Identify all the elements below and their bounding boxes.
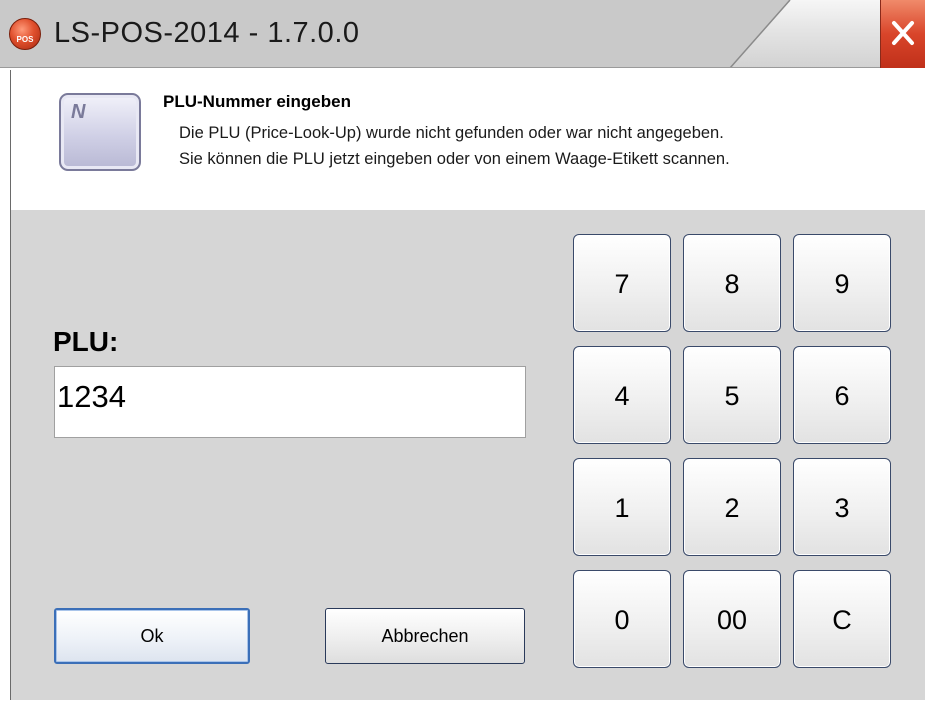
keypad-00-button[interactable]: 00 <box>683 570 781 668</box>
keypad-7-button[interactable]: 7 <box>573 234 671 332</box>
window-title: LS-POS-2014 - 1.7.0.0 <box>54 17 360 49</box>
keypad-0-button[interactable]: 0 <box>573 570 671 668</box>
keypad-2-button[interactable]: 2 <box>683 458 781 556</box>
dialog-header: N PLU-Nummer eingeben Die PLU (Price-Loo… <box>10 70 925 210</box>
dialog-body: PLU: 1234 7 8 9 4 5 6 1 2 3 0 00 C Ok Ab… <box>10 210 925 700</box>
keypad-8-button[interactable]: 8 <box>683 234 781 332</box>
keyboard-key-icon: N <box>59 93 141 171</box>
plu-input[interactable]: 1234 <box>54 366 526 438</box>
close-icon <box>892 21 914 45</box>
keypad-9-button[interactable]: 9 <box>793 234 891 332</box>
plu-label: PLU: <box>53 326 119 357</box>
cancel-button[interactable]: Abbrechen <box>325 608 525 664</box>
dialog-description-line-1: Die PLU (Price-Look-Up) wurde nicht gefu… <box>179 124 724 142</box>
keypad-5-button[interactable]: 5 <box>683 346 781 444</box>
dialog-heading: PLU-Nummer eingeben <box>163 92 351 111</box>
dialog-description-line-2: Sie können die PLU jetzt eingeben oder v… <box>179 150 730 168</box>
keypad-clear-button[interactable]: C <box>793 570 891 668</box>
app-logo-icon: POS <box>9 18 41 50</box>
keypad-3-button[interactable]: 3 <box>793 458 891 556</box>
keypad-6-button[interactable]: 6 <box>793 346 891 444</box>
close-button[interactable] <box>880 0 925 68</box>
keypad-1-button[interactable]: 1 <box>573 458 671 556</box>
title-bar: POS LS-POS-2014 - 1.7.0.0 <box>0 0 925 70</box>
ok-button[interactable]: Ok <box>54 608 250 664</box>
window-bottom-edge <box>10 700 925 710</box>
keypad-4-button[interactable]: 4 <box>573 346 671 444</box>
